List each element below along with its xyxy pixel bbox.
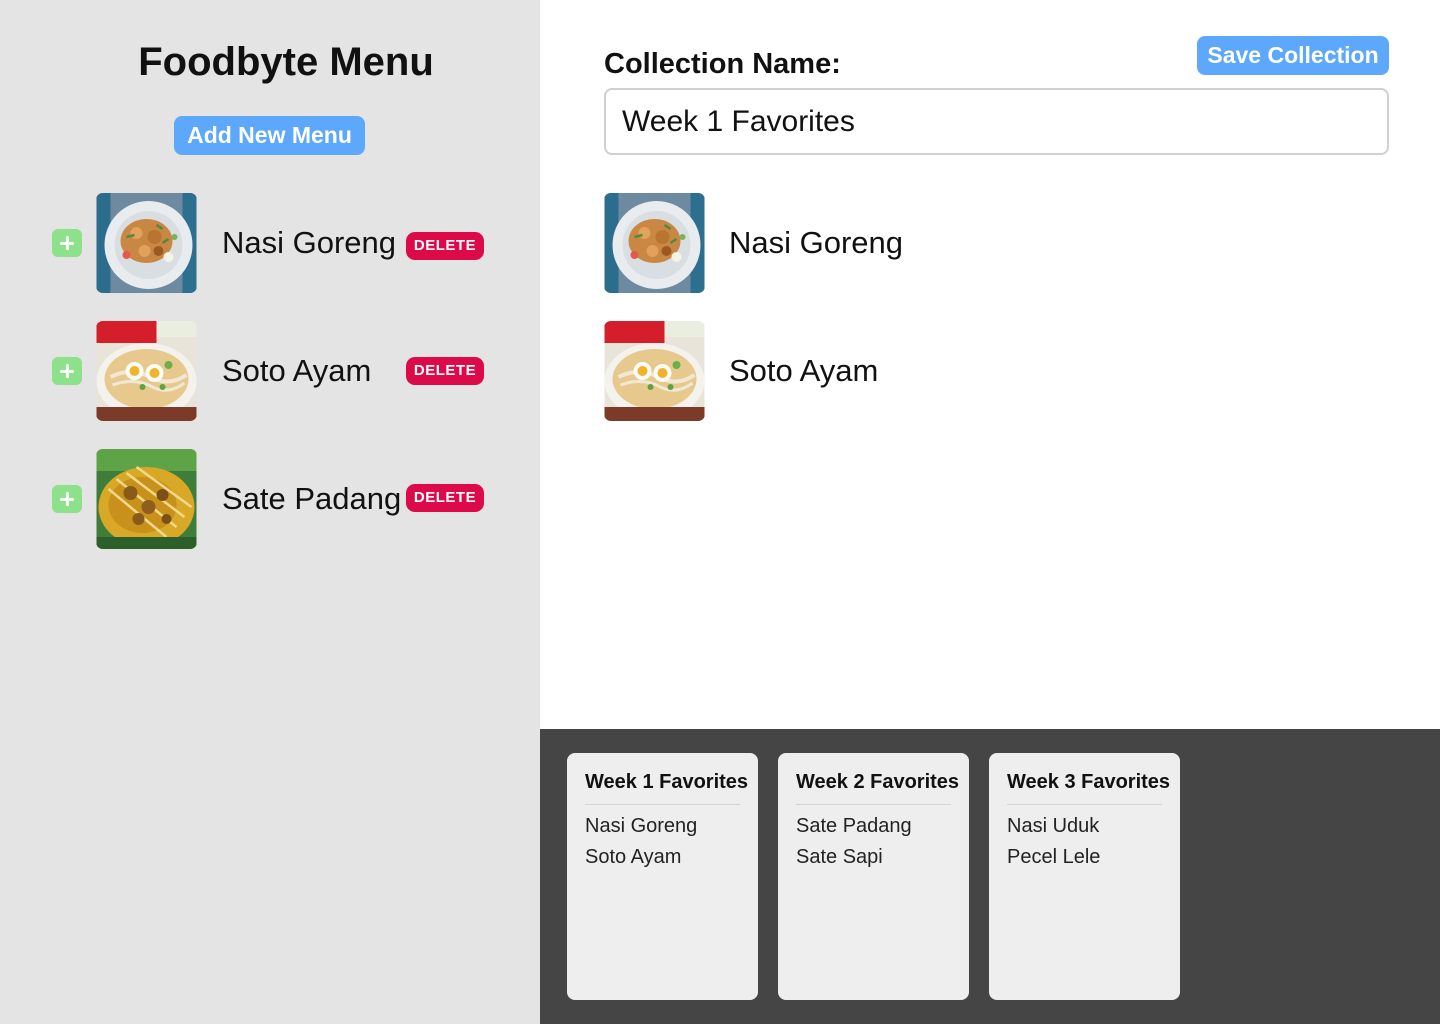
soto-ayam-image bbox=[604, 321, 705, 421]
collection-card-title: Week 1 Favorites bbox=[585, 771, 748, 805]
collection-card-item: Nasi Goreng bbox=[585, 815, 698, 837]
nasi-goreng-image bbox=[604, 193, 705, 293]
collection-card-title: Week 3 Favorites bbox=[1007, 771, 1170, 805]
soto-ayam-image bbox=[96, 321, 197, 421]
page-title: Foodbyte Menu bbox=[138, 40, 434, 84]
collection-card-item: Sate Sapi bbox=[796, 846, 883, 868]
menu-item-name: Soto Ayam bbox=[222, 353, 372, 388]
collection-item-name: Soto Ayam bbox=[729, 353, 879, 388]
menu-item-name: Sate Padang bbox=[222, 481, 402, 516]
collection-name-input[interactable] bbox=[604, 88, 1389, 155]
collection-card-item: Soto Ayam bbox=[585, 846, 682, 868]
menu-item: Nasi Goreng DELETE bbox=[52, 193, 492, 293]
collection-card[interactable]: Week 2 Favorites Sate Padang Sate Sapi bbox=[778, 753, 969, 1000]
add-to-collection-plus-icon[interactable] bbox=[52, 485, 82, 513]
saved-collections-panel: Week 1 Favorites Nasi Goreng Soto Ayam W… bbox=[540, 729, 1440, 1024]
collection-card-title: Week 2 Favorites bbox=[796, 771, 959, 805]
menu-item: Soto Ayam DELETE bbox=[52, 321, 492, 421]
collection-card-item: Sate Padang bbox=[796, 815, 912, 837]
collection-item: Nasi Goreng bbox=[604, 193, 1104, 293]
sate-padang-image bbox=[96, 449, 197, 549]
delete-button[interactable]: DELETE bbox=[406, 232, 484, 260]
menu-panel: Foodbyte Menu Add New Menu Nasi Goreng D… bbox=[0, 0, 540, 1024]
save-collection-button[interactable]: Save Collection bbox=[1197, 36, 1389, 75]
collection-item: Soto Ayam bbox=[604, 321, 1104, 421]
menu-item: Sate Padang DELETE bbox=[52, 449, 492, 549]
collection-card-item: Nasi Uduk bbox=[1007, 815, 1100, 837]
add-to-collection-plus-icon[interactable] bbox=[52, 357, 82, 385]
collection-item-name: Nasi Goreng bbox=[729, 225, 904, 260]
menu-item-name: Nasi Goreng bbox=[222, 225, 397, 260]
collection-card[interactable]: Week 1 Favorites Nasi Goreng Soto Ayam bbox=[567, 753, 758, 1000]
delete-button[interactable]: DELETE bbox=[406, 484, 484, 512]
collection-card-item: Pecel Lele bbox=[1007, 846, 1101, 868]
collection-name-label: Collection Name: bbox=[604, 48, 841, 80]
nasi-goreng-image bbox=[96, 193, 197, 293]
collection-card[interactable]: Week 3 Favorites Nasi Uduk Pecel Lele bbox=[989, 753, 1180, 1000]
add-new-menu-button[interactable]: Add New Menu bbox=[174, 116, 365, 155]
add-to-collection-plus-icon[interactable] bbox=[52, 229, 82, 257]
delete-button[interactable]: DELETE bbox=[406, 357, 484, 385]
